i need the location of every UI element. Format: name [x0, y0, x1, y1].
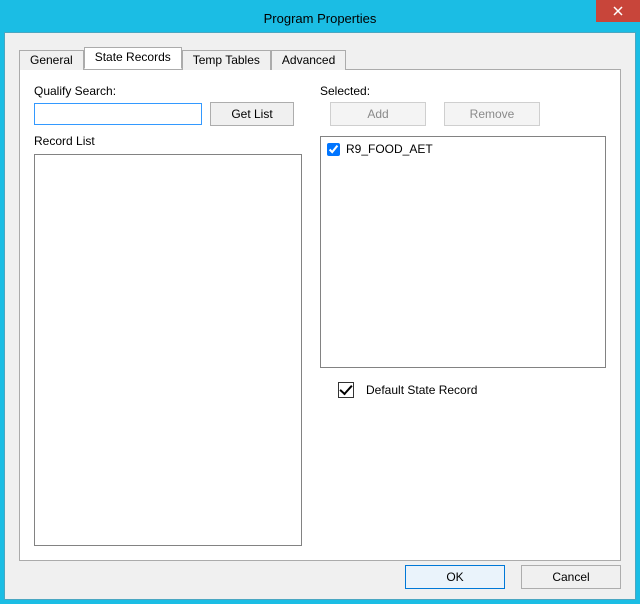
ok-button[interactable]: OK	[405, 565, 505, 589]
titlebar: Program Properties	[4, 4, 636, 32]
record-list-label: Record List	[34, 134, 302, 148]
list-item-checkbox[interactable]	[327, 143, 340, 156]
add-button[interactable]: Add	[330, 102, 426, 126]
tab-advanced[interactable]: Advanced	[271, 50, 346, 70]
dialog-button-row: OK Cancel	[405, 565, 621, 589]
default-state-label: Default State Record	[366, 383, 477, 397]
button-label: Cancel	[552, 570, 589, 584]
qualify-search-label: Qualify Search:	[34, 84, 302, 98]
list-item-label: R9_FOOD_AET	[346, 142, 433, 156]
left-column: Qualify Search: Get List Record List	[34, 84, 302, 546]
tabstrip: General State Records Temp Tables Advanc…	[19, 47, 621, 69]
tab-label: Advanced	[282, 53, 335, 67]
tab-state-records[interactable]: State Records	[84, 47, 182, 69]
tab-label: State Records	[95, 50, 171, 64]
remove-button[interactable]: Remove	[444, 102, 540, 126]
tab-label: General	[30, 53, 73, 67]
search-row: Get List	[34, 102, 302, 126]
button-label: Get List	[231, 107, 272, 121]
record-list[interactable]	[34, 154, 302, 546]
default-state-row: Default State Record	[320, 382, 606, 398]
window-title: Program Properties	[264, 11, 377, 26]
get-list-button[interactable]: Get List	[210, 102, 294, 126]
selected-label: Selected:	[320, 84, 606, 98]
client-area: General State Records Temp Tables Advanc…	[4, 32, 636, 600]
default-state-checkbox[interactable]	[338, 382, 354, 398]
button-label: Remove	[470, 107, 515, 121]
close-icon	[613, 6, 623, 16]
tab-temp-tables[interactable]: Temp Tables	[182, 50, 271, 70]
button-label: OK	[446, 570, 463, 584]
dialog-window: Program Properties General State Records…	[0, 0, 640, 604]
qualify-search-input[interactable]	[34, 103, 202, 125]
close-button[interactable]	[596, 0, 640, 22]
tab-label: Temp Tables	[193, 53, 260, 67]
tab-panel-state-records: Qualify Search: Get List Record List Sel…	[19, 69, 621, 561]
list-item[interactable]: R9_FOOD_AET	[325, 141, 601, 157]
selected-buttons-row: Add Remove	[320, 102, 606, 126]
selected-list[interactable]: R9_FOOD_AET	[320, 136, 606, 368]
button-label: Add	[367, 107, 388, 121]
right-column: Selected: Add Remove R9_FOOD_AET Default…	[320, 84, 606, 546]
cancel-button[interactable]: Cancel	[521, 565, 621, 589]
tab-general[interactable]: General	[19, 50, 84, 70]
